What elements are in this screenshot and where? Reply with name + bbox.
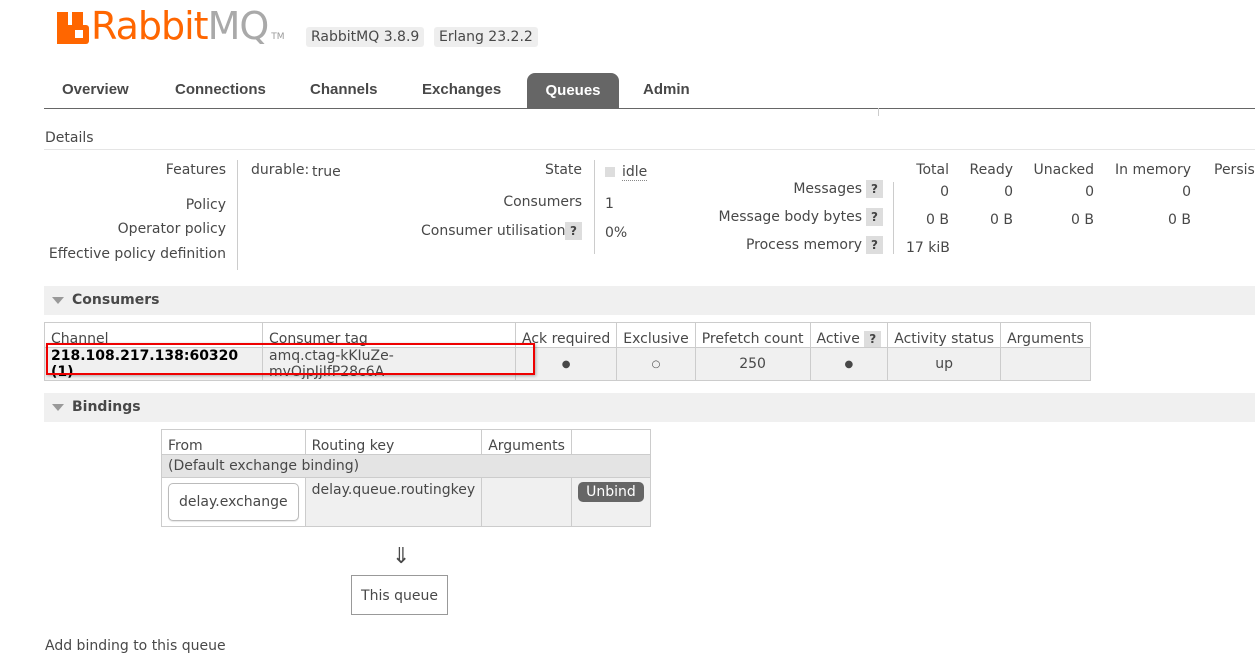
bindings-col-from: From xyxy=(161,429,306,455)
rabbitmq-logo-icon xyxy=(57,12,89,44)
prefetch-count-value: 250 xyxy=(694,347,811,381)
tab-admin[interactable]: Admin xyxy=(643,81,690,98)
details-separator xyxy=(237,160,238,270)
bindings-table: From Routing key Arguments (Default exch… xyxy=(161,429,651,527)
table-row: (Default exchange binding) xyxy=(161,454,651,478)
consumers-col-exclusive: Exclusive xyxy=(616,322,696,348)
bindings-col-arguments: Arguments xyxy=(481,429,572,455)
highlight-annotation-box xyxy=(46,343,535,375)
process-memory-label: Process memory xyxy=(745,237,862,253)
messages-unacked: 0 xyxy=(1085,184,1094,200)
body-bytes-ready: 0 B xyxy=(990,212,1013,228)
active-indicator-icon: ● xyxy=(809,347,889,381)
consumers-section-title: Consumers xyxy=(72,292,160,308)
consumer-utilisation-value: 0% xyxy=(605,225,628,241)
consumer-arguments-value xyxy=(1000,347,1091,381)
message-body-bytes-help[interactable]: ? xyxy=(866,208,883,226)
stats-header-total: Total xyxy=(916,162,949,178)
binding-routing-key-value: delay.queue.routingkey xyxy=(304,477,483,527)
binding-source-exchange-button[interactable]: delay.exchange xyxy=(168,483,299,521)
stats-separator xyxy=(893,182,894,254)
unbind-button[interactable]: Unbind xyxy=(578,482,644,502)
tab-exchanges[interactable]: Exchanges xyxy=(422,81,501,98)
consumers-col-arguments: Arguments xyxy=(1000,322,1091,348)
tab-queues[interactable]: Queues xyxy=(527,73,619,108)
collapse-triangle-icon xyxy=(52,404,64,411)
collapse-triangle-icon xyxy=(52,297,64,304)
rabbitmq-logo: RabbitMQ TM xyxy=(57,7,285,45)
process-memory-help[interactable]: ? xyxy=(866,236,883,254)
exclusive-indicator-icon: ○ xyxy=(616,347,696,381)
consumer-utilisation-label: Consumer utilisation xyxy=(421,223,566,239)
tab-channels[interactable]: Channels xyxy=(310,81,378,98)
messages-total: 0 xyxy=(940,184,949,200)
consumers-section-header[interactable]: Consumers xyxy=(44,286,1255,315)
stats-header-ready: Ready xyxy=(969,162,1013,178)
bindings-col-routing-key: Routing key xyxy=(304,429,483,455)
messages-help[interactable]: ? xyxy=(866,180,883,198)
rabbitmq-version-badge: RabbitMQ 3.8.9 xyxy=(306,27,425,47)
bindings-col-action xyxy=(570,429,651,455)
erlang-version-badge: Erlang 23.2.2 xyxy=(434,27,538,47)
consumers-count-value: 1 xyxy=(605,196,614,212)
messages-in-memory: 0 xyxy=(1182,184,1191,200)
active-help[interactable]: ? xyxy=(864,331,882,347)
stats-header-persistent: Persist xyxy=(1214,162,1255,178)
logo-trademark: TM xyxy=(271,32,285,42)
consumers-col-active: Active ? xyxy=(809,322,889,348)
state-separator xyxy=(594,160,595,254)
activity-status-value: up xyxy=(887,347,1002,381)
logo-mq-text: MQ xyxy=(207,4,270,48)
messages-label: Messages xyxy=(793,181,862,197)
stats-header-unacked: Unacked xyxy=(1033,162,1094,178)
binding-arguments-value xyxy=(481,477,572,527)
features-key: durable: xyxy=(251,162,310,178)
default-exchange-binding-row: (Default exchange binding) xyxy=(161,454,651,478)
details-divider xyxy=(44,149,1255,150)
body-bytes-in-memory: 0 B xyxy=(1168,212,1191,228)
process-memory-value: 17 kiB xyxy=(906,240,950,256)
state-value[interactable]: idle xyxy=(622,164,648,181)
stats-header-in-memory: In memory xyxy=(1115,162,1191,178)
body-bytes-unacked: 0 B xyxy=(1071,212,1094,228)
consumer-utilisation-help[interactable]: ? xyxy=(565,222,582,240)
consumers-col-activity-status: Activity status xyxy=(887,322,1002,348)
consumers-col-prefetch-count: Prefetch count xyxy=(694,322,811,348)
features-value: true xyxy=(312,164,341,180)
this-queue-box: This queue xyxy=(351,575,448,615)
main-nav-tabs: Overview Connections Channels Exchanges … xyxy=(44,73,1255,109)
messages-ready: 0 xyxy=(1004,184,1013,200)
tab-overview[interactable]: Overview xyxy=(62,81,129,98)
bindings-section-title: Bindings xyxy=(72,399,141,415)
state-label: State xyxy=(544,162,582,178)
consumers-count-label: Consumers xyxy=(503,194,582,210)
effective-policy-label: Effective policy definition xyxy=(48,246,226,262)
idle-state-indicator-icon xyxy=(605,167,615,177)
table-row: delay.exchange delay.queue.routingkey Un… xyxy=(161,477,651,527)
tab-connections[interactable]: Connections xyxy=(175,81,266,98)
details-heading[interactable]: Details xyxy=(45,130,94,146)
logo-rabbit-text: Rabbit xyxy=(91,4,209,48)
down-arrow-icon: ⇓ xyxy=(392,544,411,569)
policy-label: Policy xyxy=(185,197,226,213)
bindings-section-header[interactable]: Bindings xyxy=(44,393,1255,422)
operator-policy-label: Operator policy xyxy=(117,221,226,237)
message-body-bytes-label: Message body bytes xyxy=(718,209,862,225)
add-binding-heading: Add binding to this queue xyxy=(45,638,226,654)
features-label: Features xyxy=(165,162,226,178)
body-bytes-total: 0 B xyxy=(926,212,949,228)
divider-tick xyxy=(878,108,879,116)
